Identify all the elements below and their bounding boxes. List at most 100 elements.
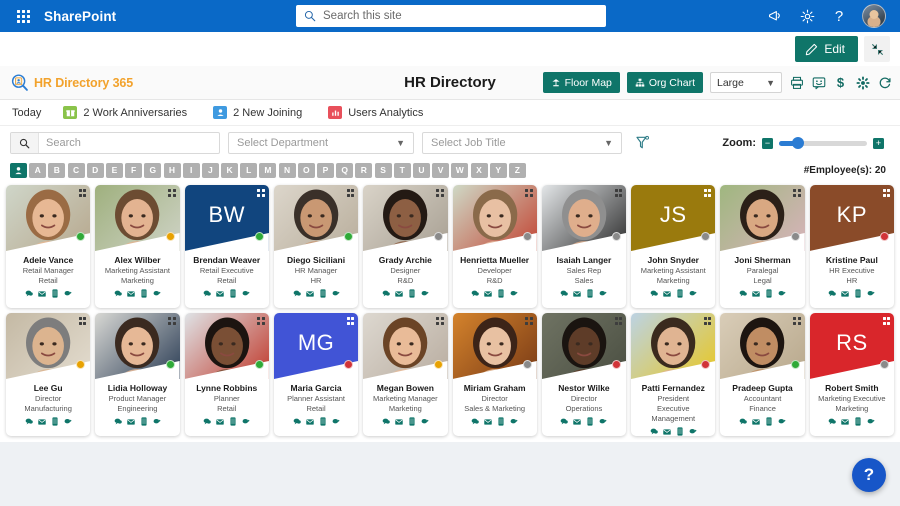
alpha-filter-t[interactable]: T: [394, 163, 411, 178]
skype-icon[interactable]: [778, 289, 786, 298]
work-anniversaries-item[interactable]: 2 Work Anniversaries: [63, 106, 187, 119]
card-size-select[interactable]: Large ▼: [710, 72, 782, 93]
help-fab-button[interactable]: ?: [852, 458, 886, 492]
refresh-icon[interactable]: [877, 75, 892, 90]
mobile-icon[interactable]: [497, 417, 505, 426]
skype-icon[interactable]: [421, 417, 429, 426]
email-icon[interactable]: [663, 427, 671, 436]
chat-icon[interactable]: [293, 289, 301, 298]
collapse-icon[interactable]: [864, 36, 890, 62]
email-icon[interactable]: [484, 289, 492, 298]
suite-brand[interactable]: SharePoint: [44, 9, 116, 24]
skype-icon[interactable]: [778, 417, 786, 426]
alpha-filter-r[interactable]: R: [355, 163, 372, 178]
chat-icon[interactable]: [471, 417, 479, 426]
skype-icon[interactable]: [689, 427, 697, 436]
dollar-icon[interactable]: $: [833, 75, 848, 90]
skype-icon[interactable]: [332, 417, 340, 426]
email-icon[interactable]: [841, 289, 849, 298]
alpha-filter-m[interactable]: M: [259, 163, 276, 178]
alpha-filter-all[interactable]: [10, 163, 27, 178]
zoom-in-button[interactable]: +: [873, 138, 884, 149]
new-joining-item[interactable]: 2 New Joining: [213, 106, 302, 119]
skype-icon[interactable]: [867, 417, 875, 426]
chat-icon[interactable]: [650, 427, 658, 436]
alpha-filter-b[interactable]: B: [48, 163, 65, 178]
search-input[interactable]: [323, 10, 598, 22]
chat-icon[interactable]: [293, 417, 301, 426]
card-drag-handle-icon[interactable]: [525, 317, 533, 325]
card-drag-handle-icon[interactable]: [436, 189, 444, 197]
skype-icon[interactable]: [332, 289, 340, 298]
chat-icon[interactable]: [382, 289, 390, 298]
email-icon[interactable]: [216, 289, 224, 298]
employee-card[interactable]: Adele VanceRetail ManagerRetail: [6, 185, 90, 308]
employee-card[interactable]: Alex WilberMarketing AssistantMarketing: [95, 185, 179, 308]
email-icon[interactable]: [127, 289, 135, 298]
employee-card[interactable]: Grady ArchieDesignerR&D: [363, 185, 447, 308]
employee-card[interactable]: Lee GuDirectorManufacturing: [6, 313, 90, 436]
megaphone-icon[interactable]: [766, 7, 784, 25]
email-icon[interactable]: [573, 289, 581, 298]
chat-icon[interactable]: [560, 289, 568, 298]
employee-card[interactable]: Megan BowenMarketing ManagerMarketing: [363, 313, 447, 436]
skype-icon[interactable]: [242, 417, 250, 426]
employee-search[interactable]: [10, 132, 220, 154]
card-drag-handle-icon[interactable]: [436, 317, 444, 325]
alpha-filter-s[interactable]: S: [375, 163, 392, 178]
mobile-icon[interactable]: [765, 417, 773, 426]
card-drag-handle-icon[interactable]: [79, 189, 87, 197]
help-icon[interactable]: ?: [830, 7, 848, 25]
mobile-icon[interactable]: [586, 289, 594, 298]
email-icon[interactable]: [663, 289, 671, 298]
email-icon[interactable]: [395, 289, 403, 298]
chat-icon[interactable]: [382, 417, 390, 426]
site-search[interactable]: [296, 5, 606, 27]
app-launcher-icon[interactable]: [10, 0, 36, 32]
today-label[interactable]: Today: [12, 107, 41, 119]
user-avatar[interactable]: [862, 4, 886, 28]
mobile-icon[interactable]: [765, 289, 773, 298]
email-icon[interactable]: [395, 417, 403, 426]
skype-icon[interactable]: [599, 289, 607, 298]
alpha-filter-v[interactable]: V: [432, 163, 449, 178]
alpha-filter-u[interactable]: U: [413, 163, 430, 178]
chat-icon[interactable]: [25, 417, 33, 426]
alpha-filter-i[interactable]: I: [183, 163, 200, 178]
alpha-filter-h[interactable]: H: [164, 163, 181, 178]
mobile-icon[interactable]: [229, 289, 237, 298]
chat-icon[interactable]: [203, 417, 211, 426]
alpha-filter-a[interactable]: A: [29, 163, 46, 178]
alpha-filter-k[interactable]: K: [221, 163, 238, 178]
org-chart-button[interactable]: Org Chart: [627, 72, 703, 93]
card-drag-handle-icon[interactable]: [704, 189, 712, 197]
mobile-icon[interactable]: [854, 417, 862, 426]
search-input[interactable]: [39, 137, 219, 149]
edit-button[interactable]: Edit: [795, 36, 858, 62]
skype-icon[interactable]: [64, 289, 72, 298]
email-icon[interactable]: [573, 417, 581, 426]
card-drag-handle-icon[interactable]: [883, 317, 891, 325]
alpha-filter-j[interactable]: J: [202, 163, 219, 178]
chat-icon[interactable]: [25, 289, 33, 298]
chat-icon[interactable]: [560, 417, 568, 426]
alpha-filter-f[interactable]: F: [125, 163, 142, 178]
card-drag-handle-icon[interactable]: [168, 317, 176, 325]
alpha-filter-n[interactable]: N: [279, 163, 296, 178]
gear-icon[interactable]: [798, 7, 816, 25]
mobile-icon[interactable]: [676, 289, 684, 298]
chat-icon[interactable]: [828, 289, 836, 298]
skype-icon[interactable]: [510, 417, 518, 426]
mobile-icon[interactable]: [140, 289, 148, 298]
card-drag-handle-icon[interactable]: [615, 317, 623, 325]
email-icon[interactable]: [306, 417, 314, 426]
email-icon[interactable]: [38, 289, 46, 298]
skype-icon[interactable]: [689, 289, 697, 298]
mobile-icon[interactable]: [408, 289, 416, 298]
chat-icon[interactable]: [114, 289, 122, 298]
mobile-icon[interactable]: [586, 417, 594, 426]
settings-gear-icon[interactable]: [855, 75, 870, 90]
employee-card[interactable]: Miriam GrahamDirectorSales & Marketing: [453, 313, 537, 436]
employee-card[interactable]: BWBrendan WeaverRetail ExecutiveRetail: [185, 185, 269, 308]
employee-card[interactable]: RSRobert SmithMarketing ExecutiveMarketi…: [810, 313, 894, 436]
